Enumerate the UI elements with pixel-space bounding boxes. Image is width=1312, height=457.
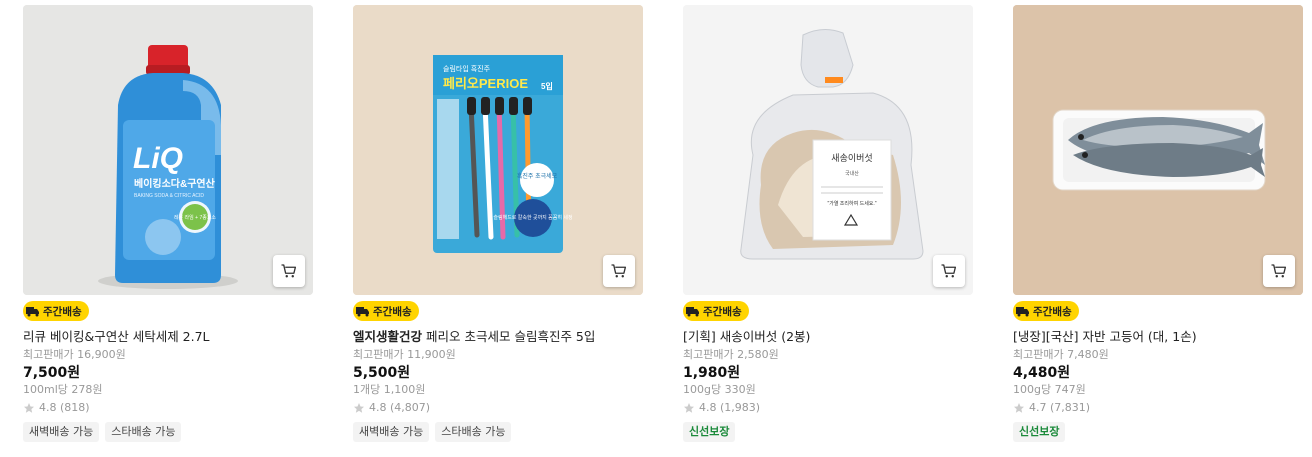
product-card[interactable]: 새송이버섯 국내산 "가열 조리하여 드세요." 주간배송 [기획] 새송이버섯… bbox=[683, 5, 973, 442]
cart-icon bbox=[281, 264, 297, 278]
tag-dawn-delivery: 새벽배송 가능 bbox=[23, 422, 100, 442]
badge-label: 주간배송 bbox=[373, 305, 412, 318]
product-card[interactable]: 슬림타입 흑진주 페리오PERIOE 5입 흑진주 초극세모 슬림헤드로 칼숙한… bbox=[353, 5, 643, 442]
rating-value: 4.8 (1,983) bbox=[699, 401, 761, 414]
star-icon bbox=[354, 403, 364, 413]
product-name[interactable]: 엘지생활건강 페리오 초극세모 슬림흑진주 5입 bbox=[353, 329, 643, 345]
product-name[interactable]: 리큐 베이킹&구연산 세탁세제 2.7L bbox=[23, 329, 313, 345]
svg-text:LiQ: LiQ bbox=[133, 142, 183, 175]
delivery-tags: 새벽배송 가능 스타배송 가능 bbox=[23, 422, 313, 442]
weekly-delivery-badge: 주간배송 bbox=[23, 301, 89, 321]
badge-label: 주간배송 bbox=[703, 305, 742, 318]
svg-text:BAKING SODA & CITRIC ACID: BAKING SODA & CITRIC ACID bbox=[134, 193, 204, 199]
add-to-cart-button[interactable] bbox=[273, 255, 305, 287]
delivery-tags: 새벽배송 가능 스타배송 가능 bbox=[353, 422, 643, 442]
toothbrush-pack-image: 슬림타입 흑진주 페리오PERIOE 5입 흑진주 초극세모 슬림헤드로 칼숙한… bbox=[353, 5, 643, 295]
badge-label: 주간배송 bbox=[43, 305, 82, 318]
svg-text:5입: 5입 bbox=[541, 81, 553, 91]
rating-value: 4.8 (4,807) bbox=[369, 401, 431, 414]
sale-price: 7,500원 bbox=[23, 365, 81, 381]
rating-value: 4.7 (7,831) bbox=[1029, 401, 1091, 414]
add-to-cart-button[interactable] bbox=[933, 255, 965, 287]
original-price: 최고판매가 16,900원 bbox=[23, 348, 126, 361]
star-icon bbox=[24, 403, 34, 413]
svg-text:슬림타입 흑진주: 슬림타입 흑진주 bbox=[443, 64, 491, 73]
badge-label: 주간배송 bbox=[1033, 305, 1072, 318]
rating: 4.8 (818) bbox=[23, 401, 313, 415]
sale-price: 1,980원 bbox=[683, 365, 741, 381]
svg-text:베이킹소다&구연산: 베이킹소다&구연산 bbox=[134, 177, 216, 190]
weekly-delivery-badge: 주간배송 bbox=[683, 301, 749, 321]
unit-price: 100ml당 278원 bbox=[23, 383, 103, 396]
product-brand: 엘지생활건강 bbox=[353, 329, 423, 344]
sale-price: 4,480원 bbox=[1013, 365, 1071, 381]
svg-text:국내산: 국내산 bbox=[845, 170, 859, 177]
tag-dawn-delivery: 새벽배송 가능 bbox=[353, 422, 430, 442]
svg-text:페리오PERIOE: 페리오PERIOE bbox=[443, 76, 528, 91]
svg-text:"가열 조리하여 드세요.": "가열 조리하여 드세요." bbox=[827, 200, 876, 207]
svg-text:새송이버섯: 새송이버섯 bbox=[831, 153, 872, 163]
star-icon bbox=[1014, 403, 1024, 413]
mushroom-bag-image: 새송이버섯 국내산 "가열 조리하여 드세요." bbox=[683, 5, 973, 295]
cart-icon bbox=[611, 264, 627, 278]
cart-icon bbox=[1271, 264, 1287, 278]
svg-text:흑진주 초극세모: 흑진주 초극세모 bbox=[517, 172, 558, 180]
original-price: 최고판매가 7,480원 bbox=[1013, 348, 1109, 361]
product-image[interactable] bbox=[1013, 5, 1303, 295]
unit-price: 100g당 330원 bbox=[683, 383, 756, 396]
truck-icon bbox=[356, 307, 369, 317]
tag-star-delivery: 스타배송 가능 bbox=[105, 422, 182, 442]
truck-icon bbox=[26, 307, 39, 317]
mackerel-tray-image bbox=[1013, 5, 1303, 295]
sale-price: 5,500원 bbox=[353, 365, 411, 381]
rating: 4.8 (1,983) bbox=[683, 401, 973, 415]
weekly-delivery-badge: 주간배송 bbox=[1013, 301, 1079, 321]
rating-value: 4.8 (818) bbox=[39, 401, 90, 414]
product-image[interactable]: 새송이버섯 국내산 "가열 조리하여 드세요." bbox=[683, 5, 973, 295]
unit-price: 100g당 747원 bbox=[1013, 383, 1086, 396]
delivery-tags: 신선보장 bbox=[1013, 422, 1303, 442]
rating: 4.8 (4,807) bbox=[353, 401, 643, 415]
svg-text:레몬 라임 + 7종효소: 레몬 라임 + 7종효소 bbox=[174, 214, 216, 221]
unit-price: 1개당 1,100원 bbox=[353, 383, 426, 396]
original-price: 최고판매가 2,580원 bbox=[683, 348, 779, 361]
delivery-tags: 신선보장 bbox=[683, 422, 973, 442]
tag-fresh-guarantee: 신선보장 bbox=[1013, 422, 1066, 442]
original-price: 최고판매가 11,900원 bbox=[353, 348, 456, 361]
product-name[interactable]: [냉장][국산] 자반 고등어 (대, 1손) bbox=[1013, 329, 1303, 345]
product-card[interactable]: LiQ 베이킹소다&구연산 BAKING SODA & CITRIC ACID … bbox=[23, 5, 313, 442]
add-to-cart-button[interactable] bbox=[603, 255, 635, 287]
cart-icon bbox=[941, 264, 957, 278]
product-name[interactable]: [기획] 새송이버섯 (2봉) bbox=[683, 329, 973, 345]
tag-fresh-guarantee: 신선보장 bbox=[683, 422, 736, 442]
svg-text:슬림헤드로 칼숙한 곳까지 꼼꼼히 세정: 슬림헤드로 칼숙한 곳까지 꼼꼼히 세정 bbox=[493, 214, 572, 221]
add-to-cart-button[interactable] bbox=[1263, 255, 1295, 287]
product-image[interactable]: 슬림타입 흑진주 페리오PERIOE 5입 흑진주 초극세모 슬림헤드로 칼숙한… bbox=[353, 5, 643, 295]
star-icon bbox=[684, 403, 694, 413]
truck-icon bbox=[686, 307, 699, 317]
weekly-delivery-badge: 주간배송 bbox=[353, 301, 419, 321]
rating: 4.7 (7,831) bbox=[1013, 401, 1303, 415]
product-image[interactable]: LiQ 베이킹소다&구연산 BAKING SODA & CITRIC ACID … bbox=[23, 5, 313, 295]
truck-icon bbox=[1016, 307, 1029, 317]
product-card[interactable]: 주간배송 [냉장][국산] 자반 고등어 (대, 1손) 최고판매가 7,480… bbox=[1013, 5, 1303, 442]
detergent-bottle-image: LiQ 베이킹소다&구연산 BAKING SODA & CITRIC ACID … bbox=[23, 5, 313, 295]
tag-star-delivery: 스타배송 가능 bbox=[435, 422, 512, 442]
product-grid: LiQ 베이킹소다&구연산 BAKING SODA & CITRIC ACID … bbox=[0, 0, 1312, 457]
